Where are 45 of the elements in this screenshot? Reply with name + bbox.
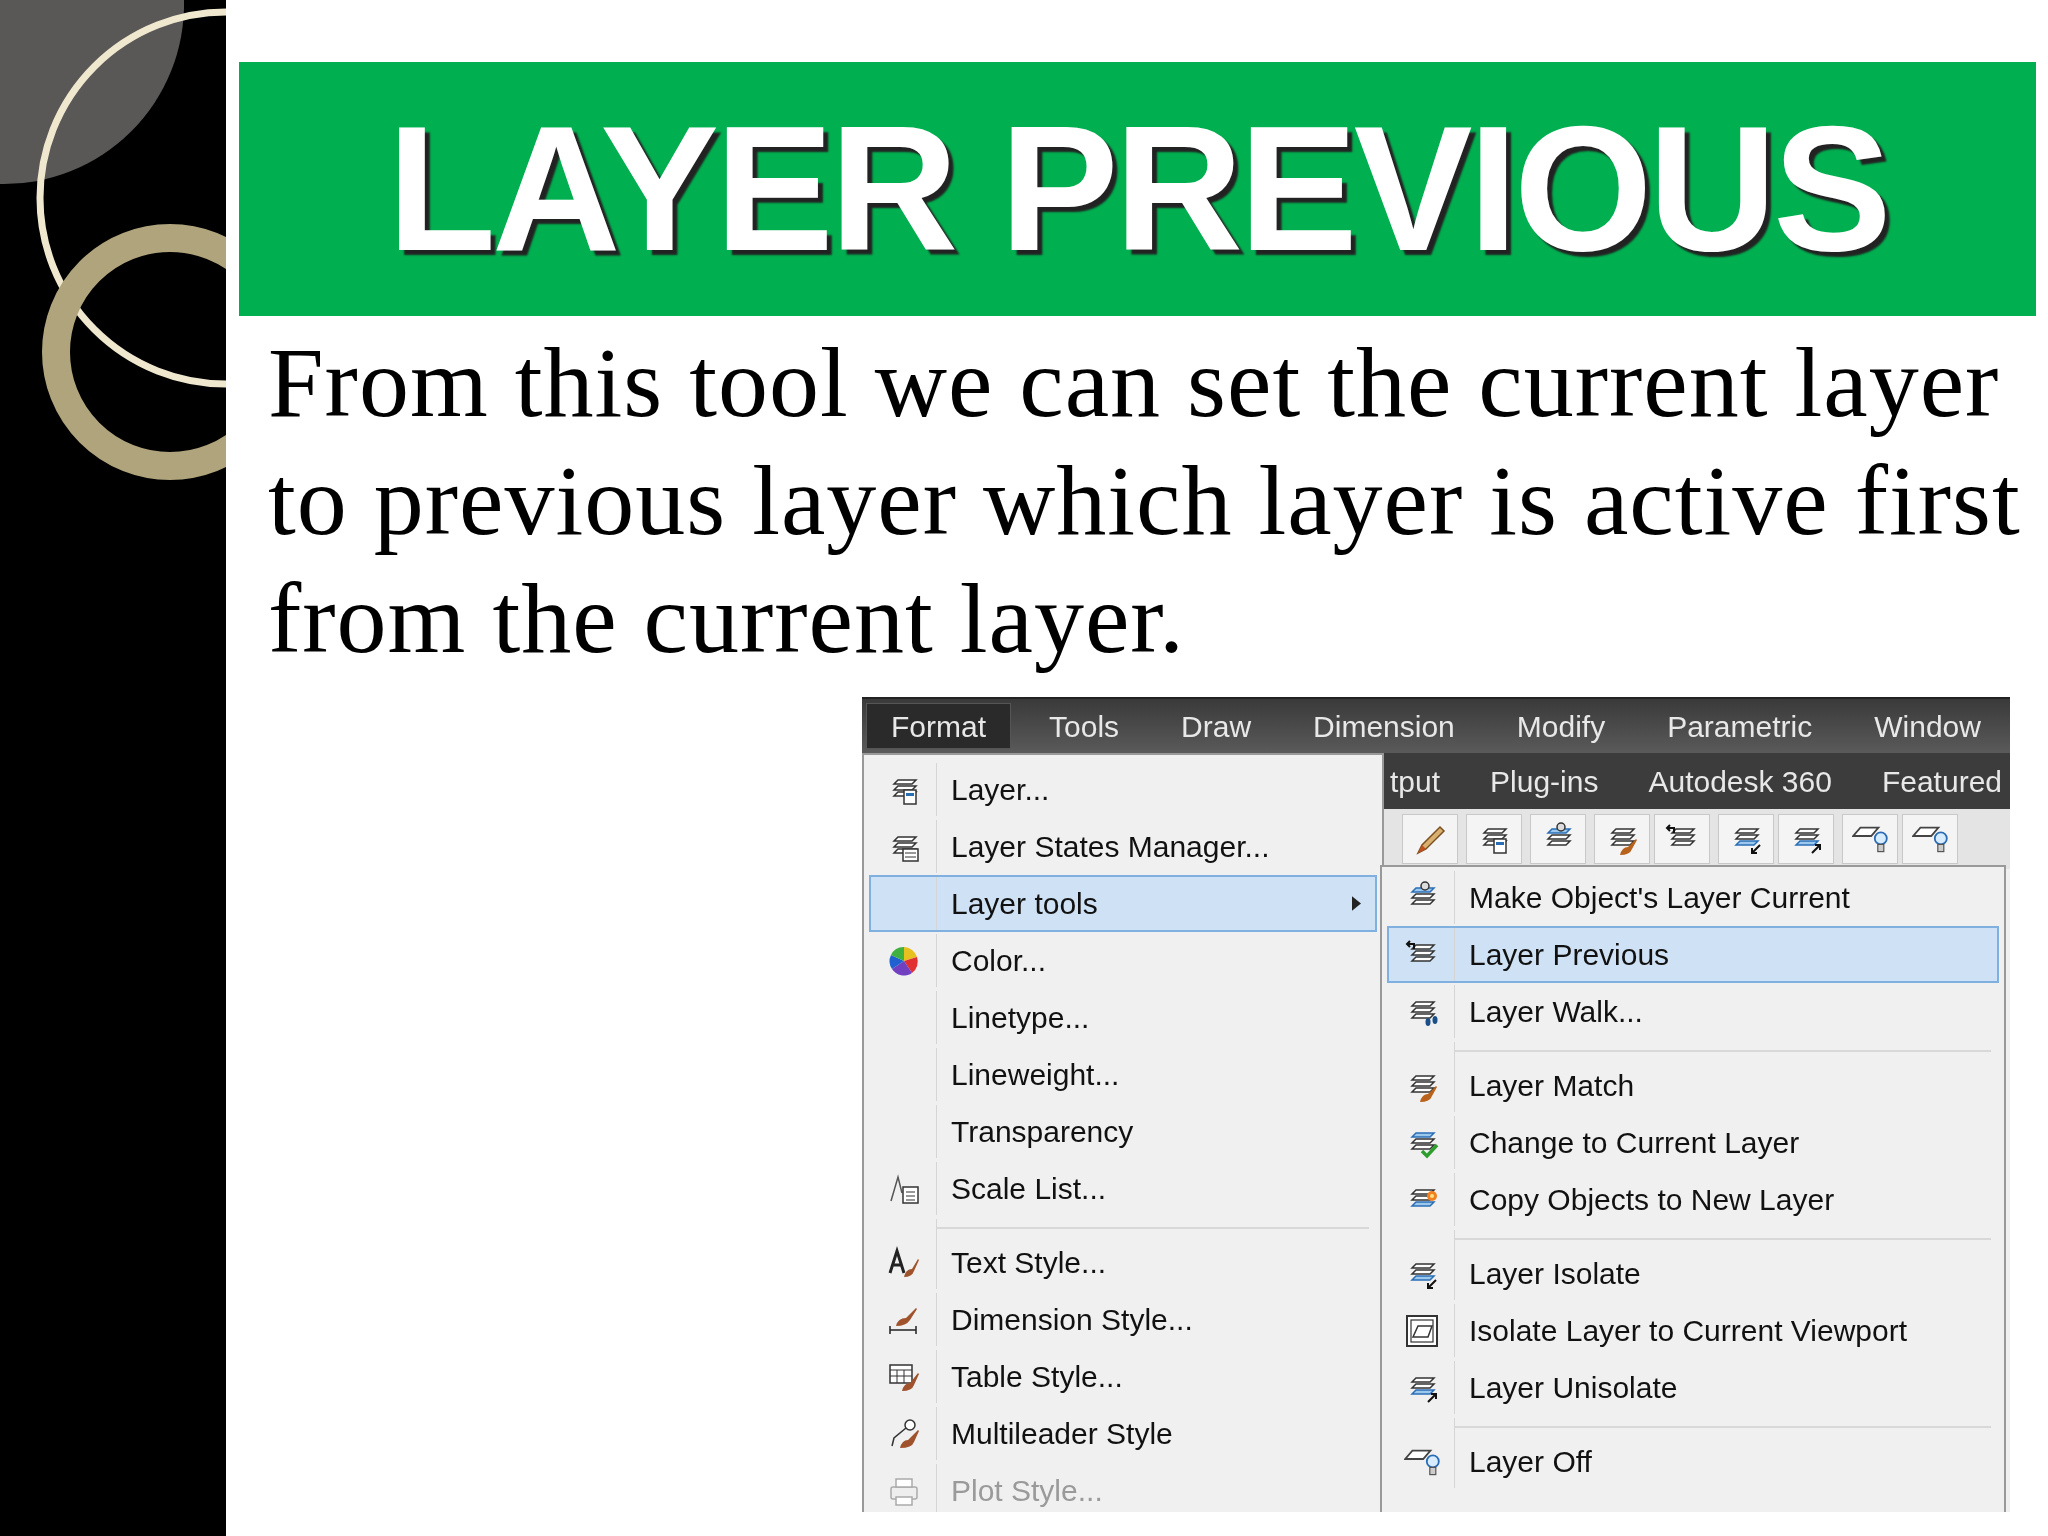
menu-item[interactable]: Transparency bbox=[869, 1103, 1377, 1160]
menu-item[interactable]: Text Style... bbox=[869, 1217, 1377, 1291]
toolbar-button[interactable] bbox=[1902, 814, 1958, 864]
menu-item[interactable]: Make Object's Layer Current bbox=[1387, 869, 1999, 926]
ribbon-tab[interactable]: Autodesk 360 bbox=[1648, 758, 1832, 804]
menu-item[interactable]: Layer Walk... bbox=[1387, 983, 1999, 1040]
toolbar-button[interactable] bbox=[1530, 814, 1586, 864]
menu-item[interactable]: Dimension Style... bbox=[869, 1291, 1377, 1348]
menu-item[interactable]: Linetype... bbox=[869, 989, 1377, 1046]
toolbar-button[interactable] bbox=[1594, 814, 1650, 864]
menu-bar-item[interactable]: Dimension bbox=[1289, 703, 1479, 749]
ribbon-tab[interactable]: Plug-ins bbox=[1490, 758, 1599, 804]
menu-bar-item[interactable]: Window bbox=[1850, 703, 2005, 749]
slide-title: LAYER PREVIOUS bbox=[387, 100, 1888, 278]
menu-item[interactable]: Layer Isolate bbox=[1387, 1228, 1999, 1302]
menu-item[interactable]: Change to Current Layer bbox=[1387, 1114, 1999, 1171]
menu-item[interactable]: Layer Previous bbox=[1387, 926, 1999, 983]
menu-item[interactable]: Layer Unisolate bbox=[1387, 1359, 1999, 1416]
slide-body: From this tool we can set the current layer to previous layer which layer is active first from the current layer. bbox=[267, 326, 2022, 676]
menu-item[interactable]: Table Style... bbox=[869, 1348, 1377, 1405]
menu-bar-item[interactable]: Modify bbox=[1492, 703, 1630, 749]
toolbar-button[interactable] bbox=[1842, 814, 1898, 864]
menu-item[interactable]: Copy Objects to New Layer bbox=[1387, 1171, 1999, 1228]
submenu-arrow-icon bbox=[1352, 896, 1361, 911]
menu-item[interactable]: Lineweight... bbox=[869, 1046, 1377, 1103]
menu-bar-item[interactable]: Format bbox=[866, 703, 1011, 749]
toolbar-button[interactable] bbox=[1778, 814, 1834, 864]
menu-item[interactable]: Isolate Layer to Current Viewport bbox=[1387, 1302, 1999, 1359]
toolbar-button[interactable] bbox=[1466, 814, 1522, 864]
viewport-icon bbox=[1403, 1312, 1440, 1349]
menu-item[interactable]: Layer Off bbox=[1387, 1416, 1999, 1490]
menu-item[interactable]: Layer tools bbox=[869, 875, 1377, 932]
menu-bar-item[interactable]: Draw bbox=[1157, 703, 1276, 749]
toolbar-button[interactable] bbox=[1718, 814, 1774, 864]
menu-item[interactable]: Multileader Style bbox=[869, 1405, 1377, 1462]
menu-bar-item[interactable]: Parametric bbox=[1643, 703, 1837, 749]
menu-item[interactable]: Layer Match bbox=[1387, 1040, 1999, 1114]
menu-bar-item[interactable]: Tools bbox=[1025, 703, 1144, 749]
ribbon-tab[interactable]: tput bbox=[1390, 758, 1441, 804]
toolbar-button[interactable] bbox=[1654, 814, 1710, 864]
menu-item[interactable]: Scale List... bbox=[869, 1160, 1377, 1217]
menu-item[interactable]: Layer... bbox=[869, 761, 1377, 818]
ribbon-tab[interactable]: Featured bbox=[1881, 758, 2002, 804]
menu-item[interactable]: Color... bbox=[869, 932, 1377, 989]
menu-item[interactable]: Layer States Manager... bbox=[869, 818, 1377, 875]
